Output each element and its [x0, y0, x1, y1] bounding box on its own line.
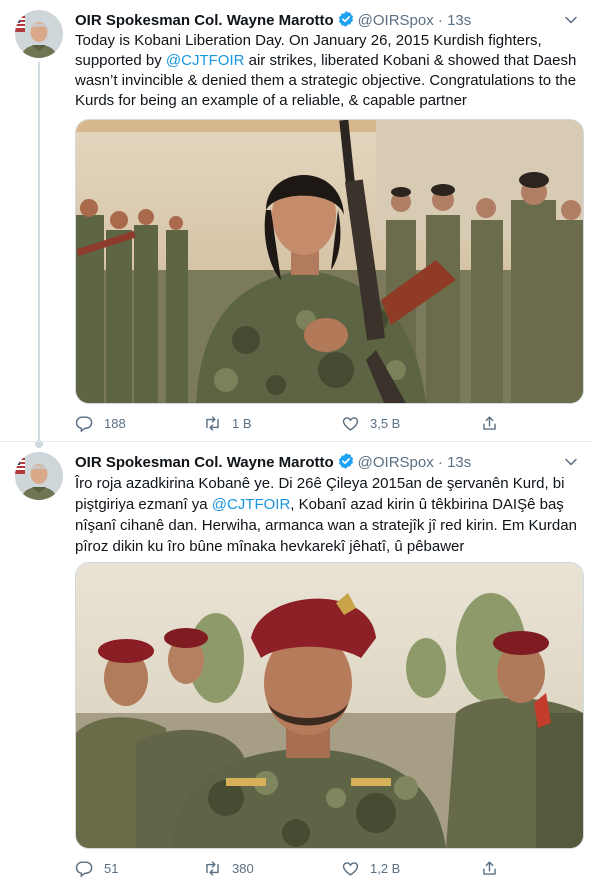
separator: ·	[437, 454, 443, 471]
retweet-button[interactable]: 380	[203, 858, 254, 878]
retweet-count: 1 B	[232, 415, 252, 431]
author-handle[interactable]: @OIRSpox	[358, 12, 434, 29]
like-count: 1,2 B	[370, 860, 401, 876]
avatar[interactable]	[15, 452, 63, 500]
reply-count: 188	[104, 415, 126, 431]
tweet-actions: 51 380 1,2 B	[75, 858, 495, 878]
separator: ·	[437, 12, 443, 29]
heart-icon	[341, 859, 360, 878]
share-icon	[480, 859, 499, 878]
reply-count: 51	[104, 860, 119, 876]
like-count: 3,5 B	[370, 415, 401, 431]
reply-button[interactable]: 51	[75, 858, 118, 878]
tweet[interactable]: OIR Spokesman Col. Wayne Marotto @OIRSpox…	[0, 0, 593, 441]
avatar[interactable]	[15, 10, 63, 58]
author-name[interactable]: OIR Spokesman Col. Wayne Marotto	[75, 12, 334, 29]
mention-link[interactable]: @CJTFOIR	[166, 52, 245, 69]
tweet-image-peshmerga-soldiers[interactable]	[75, 562, 584, 849]
retweet-icon	[203, 859, 222, 878]
author-handle[interactable]: @OIRSpox	[358, 454, 434, 471]
share-icon	[480, 414, 499, 433]
heart-icon	[341, 414, 360, 433]
photo-female-fighters	[76, 120, 583, 403]
tweet-actions: 188 1 B 3,5 B	[75, 413, 495, 433]
tweet[interactable]: OIR Spokesman Col. Wayne Marotto @OIRSpox…	[0, 441, 593, 883]
author-name[interactable]: OIR Spokesman Col. Wayne Marotto	[75, 454, 334, 471]
reply-button[interactable]: 188	[75, 413, 126, 433]
share-button[interactable]	[480, 413, 509, 433]
mention-link[interactable]: @CJTFOIR	[212, 496, 291, 513]
like-button[interactable]: 3,5 B	[341, 413, 400, 433]
timestamp[interactable]: 13s	[447, 12, 471, 29]
reply-icon	[75, 859, 94, 878]
photo-peshmerga-soldiers	[76, 563, 583, 848]
retweet-button[interactable]: 1 B	[203, 413, 252, 433]
tweet-text: Today is Kobani Liberation Day. On Janua…	[75, 31, 585, 111]
tweet-text: Îro roja azadkirina Kobanê ye. Di 26ê Çi…	[75, 473, 585, 557]
timestamp[interactable]: 13s	[447, 454, 471, 471]
like-button[interactable]: 1,2 B	[341, 858, 400, 878]
retweet-count: 380	[232, 860, 254, 876]
tweet-header: OIR Spokesman Col. Wayne Marotto @OIRSpox…	[75, 452, 583, 472]
tweet-header: OIR Spokesman Col. Wayne Marotto @OIRSpox…	[75, 10, 583, 30]
tweet-image-female-fighters[interactable]	[75, 119, 584, 404]
retweet-icon	[203, 414, 222, 433]
reply-icon	[75, 414, 94, 433]
share-button[interactable]	[480, 858, 509, 878]
